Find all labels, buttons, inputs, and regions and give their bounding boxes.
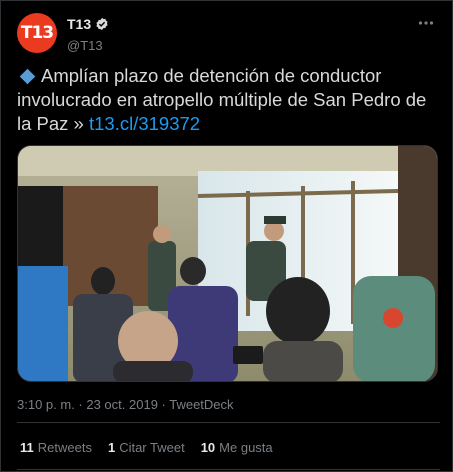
verified-badge-icon bbox=[96, 17, 108, 31]
tweet-card: T13 T13 @T13 Amplían plazo de detención … bbox=[0, 0, 453, 472]
quotes-label: Citar Tweet bbox=[119, 440, 185, 455]
tweet-timestamp[interactable]: 3:10 p. m. · 23 oct. 2019 · TweetDeck bbox=[17, 397, 234, 412]
display-name[interactable]: T13 bbox=[67, 16, 109, 32]
divider-bottom bbox=[17, 469, 440, 470]
retweets-count: 11 bbox=[20, 440, 34, 455]
retweets-label: Retweets bbox=[37, 440, 92, 455]
avatar[interactable]: T13 bbox=[17, 13, 57, 53]
tweet-body: Amplían plazo de detención de conductor … bbox=[17, 65, 427, 134]
more-dots-glyph bbox=[418, 21, 434, 25]
divider-top bbox=[17, 422, 440, 423]
tweet-link[interactable]: t13.cl/319372 bbox=[89, 113, 200, 134]
likes-count: 10 bbox=[200, 440, 216, 455]
courtroom-photo bbox=[18, 146, 437, 381]
tweet-photo[interactable] bbox=[17, 145, 438, 382]
tweet-stats: 11 Retweets 1 Citar Tweet 10 Me gusta bbox=[20, 440, 273, 455]
display-name-text: T13 bbox=[67, 16, 92, 32]
more-options-icon[interactable] bbox=[418, 17, 434, 33]
blue-diamond-icon bbox=[19, 68, 36, 84]
likes-stat[interactable]: 10 Me gusta bbox=[201, 440, 273, 455]
tweet-header: T13 T13 @T13 bbox=[17, 13, 440, 53]
quote-tweets-stat[interactable]: 1 Citar Tweet bbox=[108, 440, 185, 455]
quotes-count: 1 bbox=[107, 440, 116, 455]
handle[interactable]: @T13 bbox=[67, 38, 109, 53]
avatar-logo-text: T13 bbox=[20, 23, 54, 43]
author-names[interactable]: T13 @T13 bbox=[67, 16, 109, 53]
retweets-stat[interactable]: 11 Retweets bbox=[20, 440, 92, 455]
tweet-text: Amplían plazo de detención de conductor … bbox=[17, 64, 442, 136]
likes-label: Me gusta bbox=[219, 440, 273, 455]
